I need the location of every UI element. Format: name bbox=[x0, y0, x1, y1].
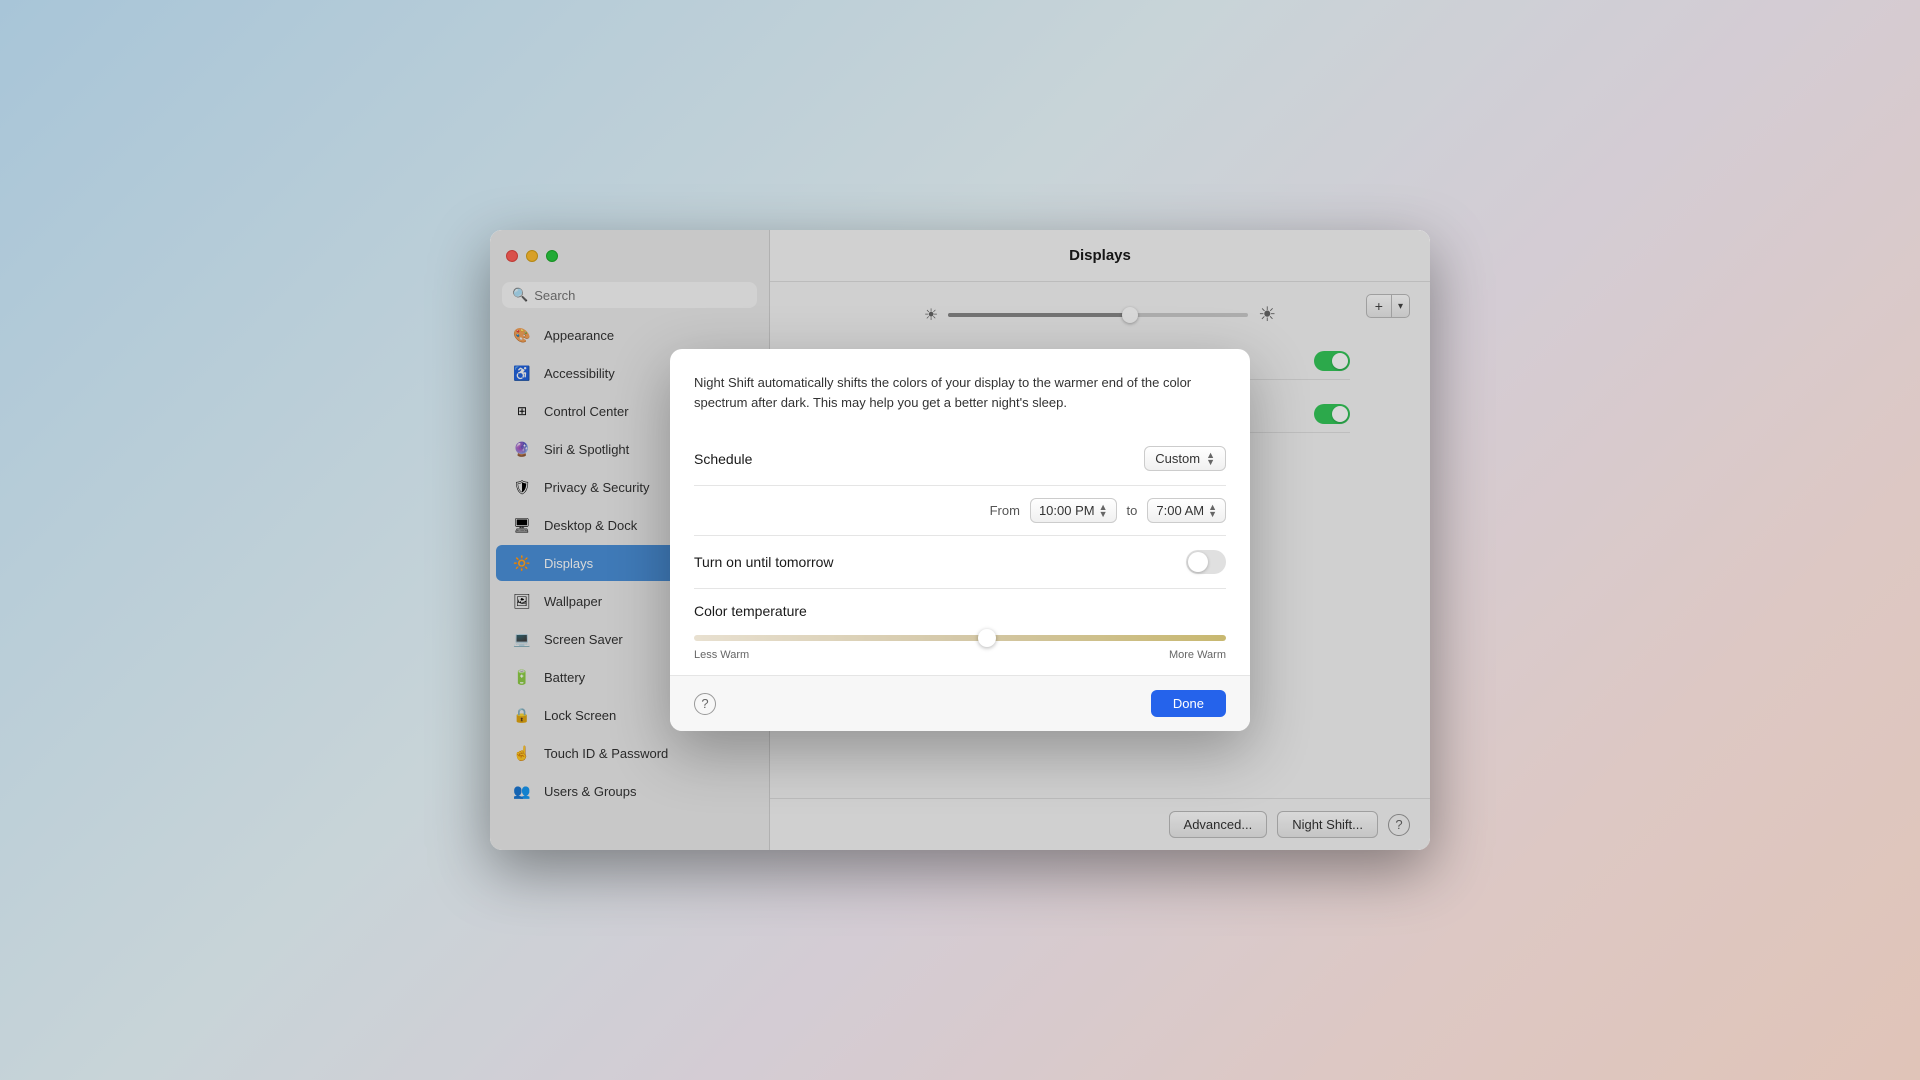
more-warm-label: More Warm bbox=[1169, 649, 1226, 661]
schedule-label: Schedule bbox=[694, 451, 752, 467]
modal-description: Night Shift automatically shifts the col… bbox=[694, 373, 1226, 412]
from-time-arrows-icon: ▲ ▼ bbox=[1099, 504, 1108, 517]
modal-body: Night Shift automatically shifts the col… bbox=[670, 349, 1250, 675]
from-time-value: 10:00 PM bbox=[1039, 503, 1095, 518]
night-shift-modal: Night Shift automatically shifts the col… bbox=[670, 349, 1250, 731]
color-temp-label: Color temperature bbox=[694, 603, 1226, 619]
less-warm-label: Less Warm bbox=[694, 649, 749, 661]
from-time-input[interactable]: 10:00 PM ▲ ▼ bbox=[1030, 498, 1117, 523]
time-row: From 10:00 PM ▲ ▼ to 7:00 AM ▲ ▼ bbox=[694, 486, 1226, 536]
modal-overlay: Night Shift automatically shifts the col… bbox=[490, 230, 1430, 850]
to-time-value: 7:00 AM bbox=[1156, 503, 1204, 518]
schedule-chevron-icon: ▲ ▼ bbox=[1206, 452, 1215, 465]
turn-on-toggle[interactable] bbox=[1186, 550, 1226, 574]
done-button[interactable]: Done bbox=[1151, 690, 1226, 717]
to-label: to bbox=[1127, 503, 1138, 518]
to-time-arrows-icon: ▲ ▼ bbox=[1208, 504, 1217, 517]
to-time-input[interactable]: 7:00 AM ▲ ▼ bbox=[1147, 498, 1226, 523]
color-temp-thumb[interactable] bbox=[978, 629, 996, 647]
system-preferences-window: 🔍 🎨 Appearance ♿ Accessibility ⊞ Control… bbox=[490, 230, 1430, 850]
turn-on-row: Turn on until tomorrow bbox=[694, 536, 1226, 589]
schedule-value: Custom bbox=[1155, 451, 1200, 466]
schedule-dropdown[interactable]: Custom ▲ ▼ bbox=[1144, 446, 1226, 471]
turn-on-label: Turn on until tomorrow bbox=[694, 554, 834, 570]
color-temp-slider[interactable] bbox=[694, 635, 1226, 641]
color-temperature-section: Color temperature Less Warm More Warm bbox=[694, 589, 1226, 675]
modal-footer: ? Done bbox=[670, 675, 1250, 731]
modal-help-button[interactable]: ? bbox=[694, 693, 716, 715]
from-label: From bbox=[990, 503, 1020, 518]
temp-labels: Less Warm More Warm bbox=[694, 649, 1226, 661]
schedule-row: Schedule Custom ▲ ▼ bbox=[694, 432, 1226, 486]
temp-slider-container: Color temperature Less Warm More Warm bbox=[694, 603, 1226, 661]
